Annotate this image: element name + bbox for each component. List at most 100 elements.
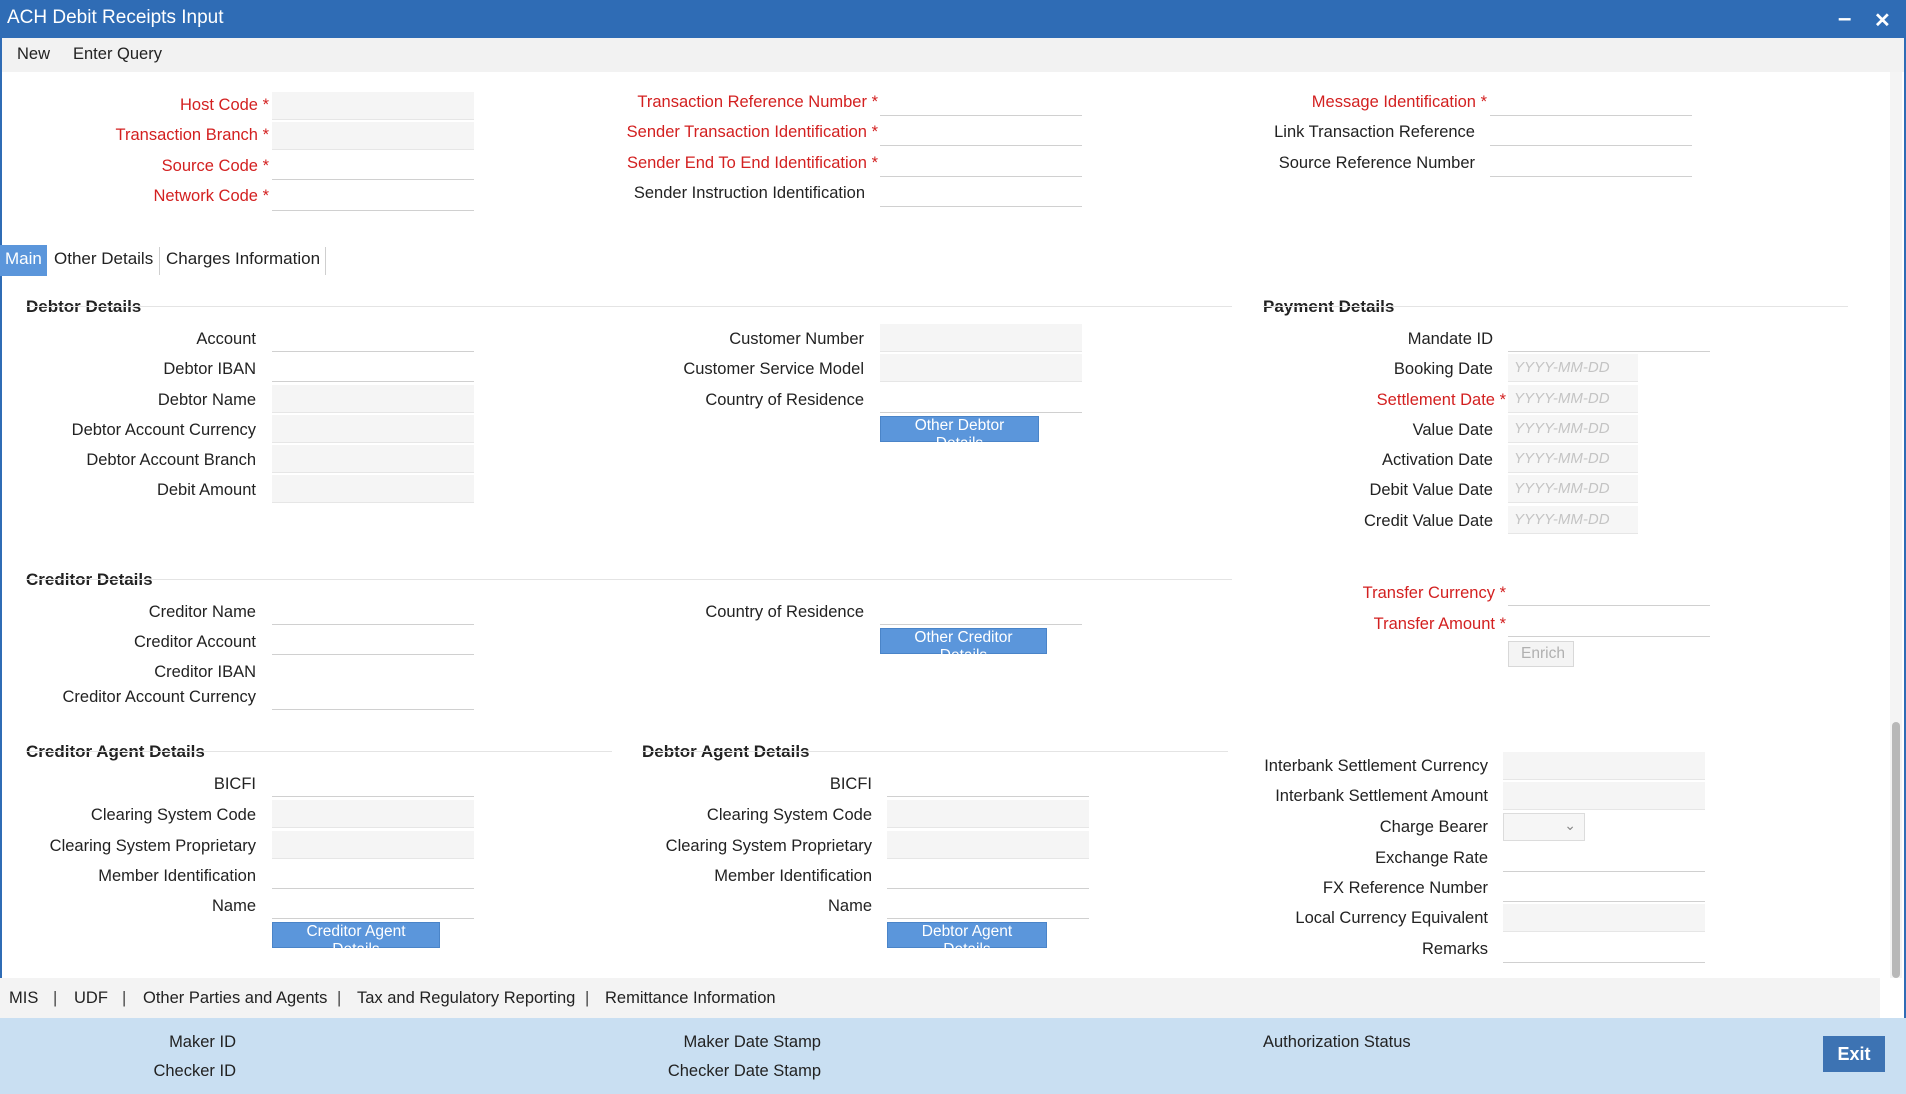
- customer-number-input[interactable]: [880, 324, 1082, 352]
- debtor-iban-input[interactable]: [272, 354, 474, 382]
- sender-instr-id-label: Sender Instruction Identification: [633, 184, 865, 202]
- credit-value-date-input[interactable]: [1508, 506, 1638, 534]
- scrollbar-thumb[interactable]: [1892, 722, 1900, 978]
- message-id-input[interactable]: [1490, 88, 1692, 116]
- other-creditor-details-button[interactable]: Other Creditor Details: [880, 628, 1047, 664]
- credit-value-date-label: Credit Value Date: [1363, 512, 1493, 530]
- mandate-id-label: Mandate ID: [1407, 330, 1493, 348]
- customer-service-model-input[interactable]: [880, 354, 1082, 382]
- other-debtor-details-button[interactable]: Other Debtor Details: [880, 416, 1039, 452]
- debtor-name-input[interactable]: [272, 385, 474, 413]
- debit-amount-input[interactable]: [272, 475, 474, 503]
- mandate-id-input[interactable]: [1508, 324, 1710, 352]
- tab-other-details[interactable]: Other Details: [49, 245, 158, 276]
- charge-bearer-label: Charge Bearer: [1379, 818, 1488, 836]
- interbank-settlement-amount-label: Interbank Settlement Amount: [1275, 787, 1488, 805]
- maker-id-label: Maker ID: [169, 1033, 236, 1051]
- enter-query-menu-item[interactable]: Enter Query: [73, 45, 162, 64]
- source-ref-number-input[interactable]: [1490, 149, 1692, 177]
- creditor-section-rule: [26, 579, 1232, 580]
- interbank-settlement-amount-input[interactable]: [1503, 782, 1705, 810]
- remittance-information-link[interactable]: Remittance Information: [605, 989, 776, 1008]
- creditor-currency-input[interactable]: [272, 682, 474, 710]
- debtor-agent-name-label: Name: [827, 897, 872, 915]
- sender-e2e-id-input[interactable]: [880, 149, 1082, 177]
- creditor-agent-clearing-prop-input[interactable]: [272, 831, 474, 859]
- close-icon[interactable]: ✕: [1874, 8, 1891, 33]
- creditor-country-input[interactable]: [880, 597, 1082, 625]
- transaction-branch-input[interactable]: [272, 122, 474, 150]
- booking-date-input[interactable]: [1508, 354, 1638, 382]
- exchange-rate-label: Exchange Rate: [1375, 849, 1488, 867]
- debtor-agent-name-input[interactable]: [887, 891, 1089, 919]
- exchange-rate-input[interactable]: [1503, 844, 1705, 872]
- creditor-account-input[interactable]: [272, 627, 474, 655]
- mis-link[interactable]: MIS: [9, 989, 38, 1008]
- settlement-date-input[interactable]: [1508, 385, 1638, 413]
- enrich-button[interactable]: Enrich: [1508, 641, 1574, 667]
- host-code-label: Host Code: [60, 96, 269, 115]
- other-parties-agents-link[interactable]: Other Parties and Agents: [143, 989, 327, 1008]
- interbank-settlement-currency-input[interactable]: [1503, 752, 1705, 780]
- remarks-input[interactable]: [1503, 935, 1705, 963]
- charge-bearer-select[interactable]: ⌄: [1503, 813, 1585, 841]
- creditor-account-label: Creditor Account: [134, 633, 256, 651]
- fx-ref-number-label: FX Reference Number: [1322, 879, 1488, 897]
- minimize-icon[interactable]: –: [1838, 5, 1851, 33]
- chevron-down-icon: ⌄: [1564, 817, 1576, 833]
- local-currency-equivalent-input[interactable]: [1503, 904, 1705, 932]
- exit-button[interactable]: Exit: [1823, 1036, 1885, 1072]
- sender-txn-id-input[interactable]: [880, 118, 1082, 146]
- creditor-agent-clearing-code-input[interactable]: [272, 800, 474, 828]
- fx-ref-number-input[interactable]: [1503, 874, 1705, 902]
- tax-regulatory-reporting-link[interactable]: Tax and Regulatory Reporting: [357, 989, 575, 1008]
- debtor-agent-member-id-label: Member Identification: [714, 867, 872, 885]
- activation-date-input[interactable]: [1508, 445, 1638, 473]
- creditor-agent-details-button[interactable]: Creditor Agent Details: [272, 922, 440, 958]
- subnav-separator: |: [122, 989, 127, 1007]
- creditor-iban-input[interactable]: [272, 657, 474, 685]
- payment-details-heading: Payment Details: [1263, 297, 1395, 316]
- transfer-amount-input[interactable]: [1508, 609, 1710, 637]
- source-code-label: Source Code: [60, 157, 269, 176]
- debtor-agent-member-id-input[interactable]: [887, 861, 1089, 889]
- creditor-country-label: Country of Residence: [705, 603, 864, 621]
- creditor-agent-member-id-input[interactable]: [272, 861, 474, 889]
- debtor-country-input[interactable]: [880, 385, 1082, 413]
- network-code-input[interactable]: [272, 183, 474, 211]
- transfer-currency-input[interactable]: [1508, 578, 1710, 606]
- debtor-agent-bicfi-input[interactable]: [887, 769, 1089, 797]
- value-date-input[interactable]: [1508, 415, 1638, 443]
- debit-value-date-label: Debit Value Date: [1369, 481, 1493, 499]
- remarks-label: Remarks: [1421, 940, 1488, 958]
- creditor-iban-label: Creditor IBAN: [154, 663, 256, 681]
- interbank-settlement-currency-label: Interbank Settlement Currency: [1264, 757, 1488, 775]
- creditor-agent-name-input[interactable]: [272, 891, 474, 919]
- debtor-iban-label: Debtor IBAN: [163, 360, 256, 378]
- debtor-agent-clearing-code-input[interactable]: [887, 800, 1089, 828]
- creditor-name-input[interactable]: [272, 597, 474, 625]
- debtor-currency-label: Debtor Account Currency: [71, 421, 256, 439]
- debtor-agent-clearing-prop-input[interactable]: [887, 831, 1089, 859]
- debtor-account-input[interactable]: [272, 324, 474, 352]
- customer-number-label: Customer Number: [729, 330, 864, 348]
- tab-charges-information[interactable]: Charges Information: [161, 245, 325, 276]
- txn-ref-number-input[interactable]: [880, 88, 1082, 116]
- udf-link[interactable]: UDF: [74, 989, 108, 1008]
- tab-main[interactable]: Main: [0, 245, 47, 276]
- sender-instr-id-input[interactable]: [880, 179, 1082, 207]
- creditor-agent-bicfi-input[interactable]: [272, 769, 474, 797]
- source-ref-number-label: Source Reference Number: [1278, 154, 1475, 172]
- maker-date-stamp-label: Maker Date Stamp: [683, 1033, 821, 1051]
- source-code-input[interactable]: [272, 152, 474, 180]
- debtor-agent-clearing-code-label: Clearing System Code: [706, 806, 872, 824]
- sender-e2e-id-label: Sender End To End Identification: [560, 154, 878, 173]
- debtor-branch-input[interactable]: [272, 445, 474, 473]
- debtor-currency-input[interactable]: [272, 415, 474, 443]
- debit-value-date-input[interactable]: [1508, 475, 1638, 503]
- host-code-input[interactable]: [272, 92, 474, 120]
- new-menu-item[interactable]: New: [17, 45, 50, 64]
- creditor-agent-member-id-label: Member Identification: [98, 867, 256, 885]
- debtor-agent-details-button[interactable]: Debtor Agent Details: [887, 922, 1047, 958]
- link-txn-ref-input[interactable]: [1490, 118, 1692, 146]
